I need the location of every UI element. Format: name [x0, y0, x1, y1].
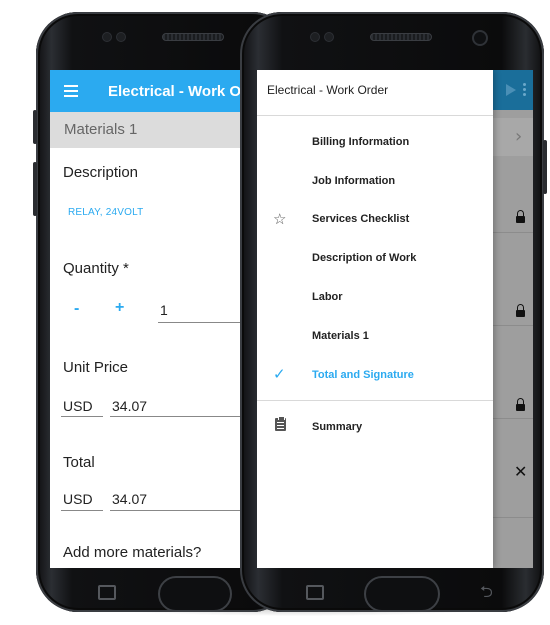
lock-icon [516, 398, 525, 411]
hamburger-icon[interactable] [64, 85, 82, 97]
volume-button [33, 110, 37, 144]
total-value: 34.07 [112, 491, 148, 507]
right-screen: › ✕ Electrical - Work Order Billing Info… [257, 70, 533, 568]
add-more-label: Add more materials? [63, 544, 202, 561]
earpiece-speaker [162, 33, 224, 41]
overflow-menu-icon [523, 88, 526, 91]
drawer-item-materials-1[interactable]: Materials 1 [312, 330, 369, 342]
recents-icon[interactable] [98, 585, 116, 600]
increment-button[interactable]: + [115, 299, 124, 317]
chevron-right-icon: › [515, 126, 523, 147]
unit-price-input[interactable]: 34.07 [112, 398, 147, 414]
lock-icon [516, 210, 525, 223]
drawer-item-billing-information[interactable]: Billing Information [312, 136, 409, 148]
description-label: Description [63, 164, 139, 181]
quantity-label: Quantity * [63, 260, 129, 277]
unit-price-currency[interactable]: USD [63, 398, 93, 414]
sensor-icon [102, 32, 112, 42]
left-screen: Electrical - Work Or Materials 1 Descrip… [50, 70, 260, 568]
drawer-item-job-information[interactable]: Job Information [312, 175, 395, 187]
drawer-title: Electrical - Work Order [267, 83, 389, 97]
front-camera-icon [472, 30, 488, 46]
sensor-icon [116, 32, 126, 42]
earpiece-speaker [370, 33, 432, 41]
unit-price-underline [110, 416, 260, 417]
drawer-divider [257, 115, 493, 116]
currency-underline [61, 510, 103, 511]
clipboard-icon [275, 416, 286, 431]
recents-icon[interactable] [306, 585, 324, 600]
quantity-input[interactable]: 1 [160, 302, 168, 318]
currency-underline [61, 416, 103, 417]
unit-price-label: Unit Price [63, 359, 129, 376]
lock-icon [516, 304, 525, 317]
home-button[interactable] [158, 576, 232, 612]
drawer-divider [257, 400, 493, 401]
volume-button [33, 162, 37, 216]
sensor-icon [324, 32, 334, 42]
sensor-icon [310, 32, 320, 42]
drawer-item-services-checklist[interactable]: Services Checklist [312, 213, 409, 225]
total-label: Total [63, 454, 95, 471]
decrement-button[interactable]: - [74, 300, 79, 318]
power-button [543, 140, 547, 194]
drawer-item-description-of-work[interactable]: Description of Work [312, 252, 416, 264]
check-icon: ✓ [273, 365, 286, 383]
total-currency: USD [63, 491, 93, 507]
home-button[interactable] [364, 576, 440, 612]
total-underline [110, 510, 260, 511]
star-outline-icon: ☆ [273, 210, 287, 228]
section-title: Materials 1 [50, 112, 260, 148]
close-icon: ✕ [514, 462, 528, 481]
drawer-item-labor[interactable]: Labor [312, 291, 343, 303]
back-icon[interactable]: ⮌ [480, 581, 493, 608]
app-bar: Electrical - Work Or [50, 70, 260, 112]
description-value[interactable]: RELAY, 24VOLT [68, 207, 143, 218]
app-bar-title: Electrical - Work Or [108, 82, 247, 100]
drawer-item-total-and-signature[interactable]: Total and Signature [312, 369, 414, 381]
navigation-drawer: Electrical - Work Order Billing Informat… [257, 70, 493, 568]
share-icon [506, 84, 516, 96]
drawer-item-summary[interactable]: Summary [312, 421, 362, 433]
